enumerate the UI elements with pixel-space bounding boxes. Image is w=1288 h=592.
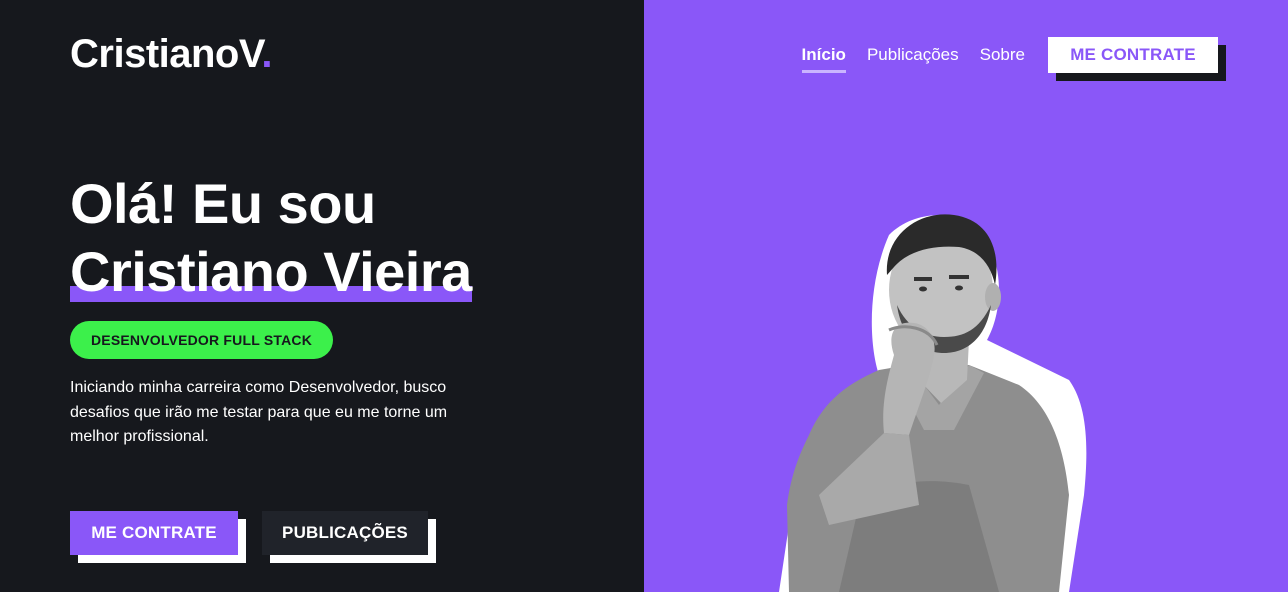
hero-headline: Olá! Eu sou Cristiano Vieira <box>70 170 472 306</box>
cta-hire-wrapper: ME CONTRATE <box>70 511 246 563</box>
role-badge: DESENVOLVEDOR FULL STACK <box>70 321 333 359</box>
main-nav: Início Publicações Sobre ME CONTRATE <box>801 37 1226 81</box>
nav-link-inicio[interactable]: Início <box>801 37 847 73</box>
brand-dot: . <box>261 32 272 76</box>
hire-me-button[interactable]: ME CONTRATE <box>70 511 238 555</box>
nav-link-publicacoes[interactable]: Publicações <box>867 37 959 73</box>
brand-name: CristianoV <box>70 32 262 76</box>
brand-logo[interactable]: CristianoV. <box>70 30 272 78</box>
nav-hire-button[interactable]: ME CONTRATE <box>1048 37 1218 73</box>
hero-name: Cristiano Vieira <box>70 240 472 303</box>
hero-right-panel <box>644 0 1288 592</box>
nav-link-sobre[interactable]: Sobre <box>980 37 1025 73</box>
nav-hire-wrapper: ME CONTRATE <box>1048 37 1226 81</box>
hero-name-line: Cristiano Vieira <box>70 238 472 306</box>
hero-intro-text: Iniciando minha carreira como Desenvolve… <box>70 379 448 445</box>
portrait-image <box>779 214 1087 592</box>
cta-pubs-wrapper: PUBLICAÇÕES <box>262 511 436 563</box>
hero-greeting: Olá! Eu sou <box>70 172 376 235</box>
publications-button[interactable]: PUBLICAÇÕES <box>262 511 428 555</box>
